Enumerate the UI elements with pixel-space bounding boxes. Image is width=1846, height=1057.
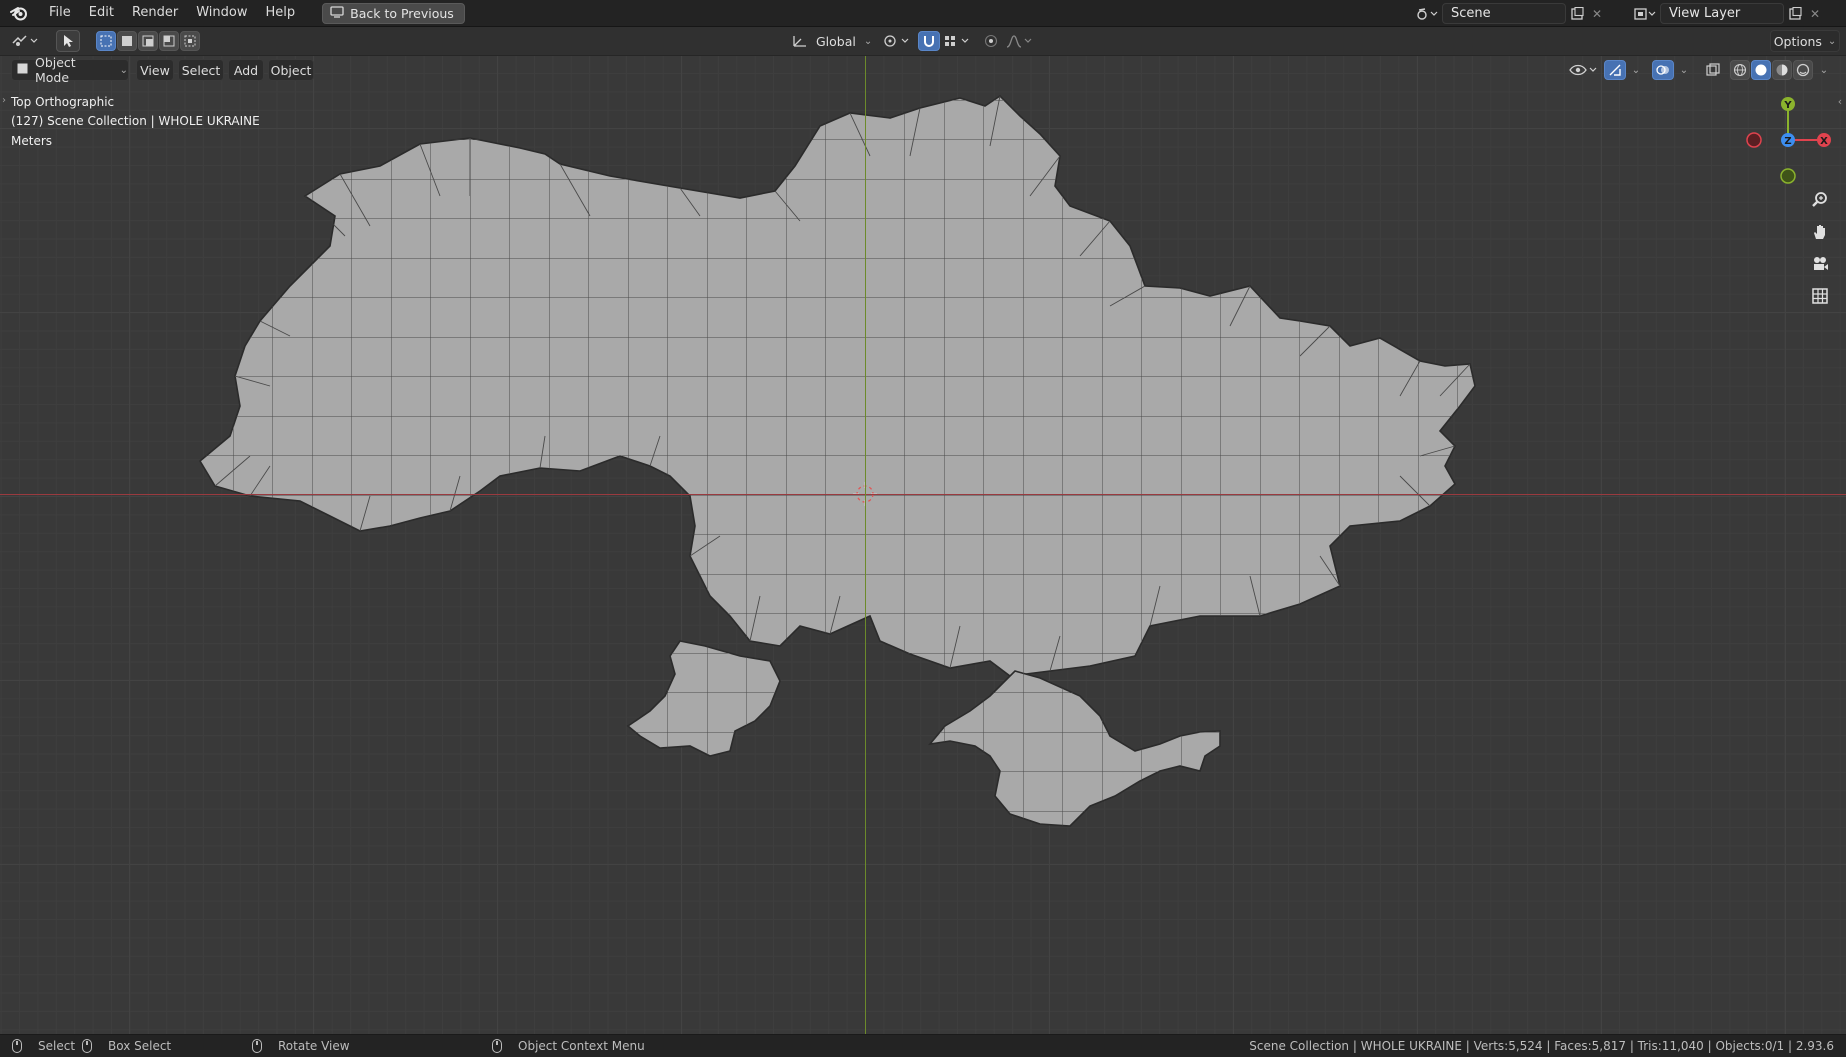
new-scene-icon[interactable]: [1566, 3, 1588, 24]
select-mode-extend-icon[interactable]: [117, 31, 137, 51]
status-rotate-view: Rotate View: [252, 1039, 350, 1053]
view-layer-selector: View Layer ✕: [1630, 2, 1824, 25]
collection-info-label: (127) Scene Collection | WHOLE UKRAINE: [11, 114, 260, 128]
scene-browse-icon[interactable]: [1412, 3, 1442, 24]
pan-hand-icon[interactable]: [1808, 220, 1832, 244]
view-name-label: Top Orthographic: [11, 95, 115, 109]
status-bar: Select Box Select Rotate View Object Con…: [0, 1034, 1846, 1057]
select-mode-invert-icon[interactable]: [159, 31, 179, 51]
scene-statistics: Scene Collection | WHOLE UKRAINE | Verts…: [1249, 1039, 1834, 1053]
object-mode-label: Object Mode: [35, 56, 76, 85]
toolbar-toggle-icon[interactable]: ›: [0, 89, 8, 111]
chevron-down-icon: ⌄: [1827, 35, 1837, 47]
screen-icon: [330, 5, 344, 21]
status-select-label: Select: [38, 1039, 76, 1053]
object-menu[interactable]: Object: [268, 59, 314, 81]
zoom-icon[interactable]: [1808, 188, 1832, 212]
cube-icon: [16, 62, 29, 78]
viewport-header: Global ⌄ Options ⌄: [0, 27, 1846, 56]
object-menu-label: Object: [270, 62, 312, 78]
y-axis-line: [865, 56, 866, 1034]
chevron-down-icon: ⌄: [863, 35, 873, 47]
menu-file[interactable]: File: [40, 2, 80, 24]
gizmo-toggle-icon[interactable]: [1604, 60, 1626, 80]
pivot-point-icon[interactable]: [880, 30, 912, 52]
scene-selector: Scene ✕: [1412, 2, 1606, 25]
status-box-select-label: Box Select: [108, 1039, 172, 1053]
gizmo-x-label: X: [1820, 136, 1828, 147]
xray-toggle-icon[interactable]: [1702, 59, 1724, 81]
chevron-down-icon: ⌄: [119, 64, 128, 76]
select-menu-label: Select: [181, 62, 221, 78]
3d-viewport[interactable]: Top Orthographic (127) Scene Collection …: [0, 56, 1846, 1034]
select-mode-new-icon[interactable]: [96, 31, 116, 51]
select-menu[interactable]: Select: [178, 59, 224, 81]
menu-edit[interactable]: Edit: [80, 2, 123, 24]
status-select: Select: [12, 1039, 75, 1053]
orientation-axes-icon: [792, 33, 808, 50]
menu-render[interactable]: Render: [123, 2, 187, 24]
view-layer-browse-icon[interactable]: [1630, 3, 1660, 24]
solid-shading-icon[interactable]: [1751, 60, 1771, 80]
orthographic-grid-icon[interactable]: [1808, 284, 1832, 308]
gizmo-y-label: Y: [1783, 100, 1792, 111]
mouse-right-icon: [492, 1039, 502, 1053]
navigation-gizmo[interactable]: Y X Z: [1740, 92, 1836, 188]
back-to-previous-label: Back to Previous: [350, 5, 454, 21]
top-menu-bar: File Edit Render Window Help Back to Pre…: [0, 0, 1846, 27]
chevron-down-icon[interactable]: ⌄: [1628, 59, 1644, 81]
menu-help[interactable]: Help: [257, 2, 305, 24]
add-menu-label: Add: [233, 62, 259, 78]
ukraine-mesh[interactable]: [0, 56, 1846, 1034]
overlays-toggle-icon[interactable]: [1652, 60, 1674, 80]
wireframe-shading-icon[interactable]: [1730, 60, 1750, 80]
status-box-select: Box Select: [82, 1039, 171, 1053]
units-label: Meters: [11, 134, 53, 148]
mouse-left-icon: [12, 1039, 22, 1053]
object-mode-dropdown[interactable]: Object Mode ⌄: [11, 56, 129, 85]
mouse-middle-icon: [252, 1039, 262, 1053]
select-mode-subtract-icon[interactable]: [138, 31, 158, 51]
rendered-shading-icon[interactable]: [1793, 60, 1813, 80]
menu-window[interactable]: Window: [187, 2, 256, 24]
view-layer-field[interactable]: View Layer: [1660, 3, 1784, 24]
proportional-edit-icon[interactable]: [980, 30, 1002, 52]
add-menu[interactable]: Add: [228, 59, 264, 81]
options-dropdown[interactable]: Options ⌄: [1770, 30, 1840, 52]
mouse-drag-icon: [82, 1039, 92, 1053]
select-mode-intersect-icon[interactable]: [180, 31, 200, 51]
delete-view-layer-icon[interactable]: ✕: [1806, 3, 1824, 24]
falloff-icon[interactable]: [1004, 30, 1034, 52]
chevron-down-icon[interactable]: ⌄: [1676, 59, 1692, 81]
blender-logo-icon[interactable]: [8, 2, 30, 24]
options-label: Options: [1773, 33, 1822, 49]
status-context-menu: Object Context Menu: [492, 1039, 645, 1053]
transform-orientation-label: Global: [816, 33, 856, 49]
visibility-icon[interactable]: [1566, 59, 1600, 81]
back-to-previous-button[interactable]: Back to Previous: [322, 2, 465, 24]
scene-name-field[interactable]: Scene: [1442, 3, 1566, 24]
status-context-menu-label: Object Context Menu: [518, 1039, 645, 1053]
transform-orientation-dropdown[interactable]: Global ⌄: [786, 30, 874, 52]
chevron-down-icon[interactable]: ⌄: [1816, 59, 1832, 81]
delete-scene-icon[interactable]: ✕: [1588, 3, 1606, 24]
view-menu[interactable]: View: [136, 59, 174, 81]
editor-type-icon[interactable]: [8, 30, 42, 52]
snap-toggle-icon[interactable]: [918, 31, 940, 51]
camera-view-icon[interactable]: [1808, 252, 1832, 276]
material-shading-icon[interactable]: [1772, 60, 1792, 80]
view-menu-label: View: [140, 62, 170, 78]
gizmo-z-label: Z: [1784, 136, 1791, 147]
select-tool-icon[interactable]: [56, 30, 80, 52]
snap-target-icon[interactable]: [942, 30, 972, 52]
status-rotate-view-label: Rotate View: [278, 1039, 350, 1053]
x-axis-line: [0, 494, 1846, 495]
new-view-layer-icon[interactable]: [1784, 3, 1806, 24]
